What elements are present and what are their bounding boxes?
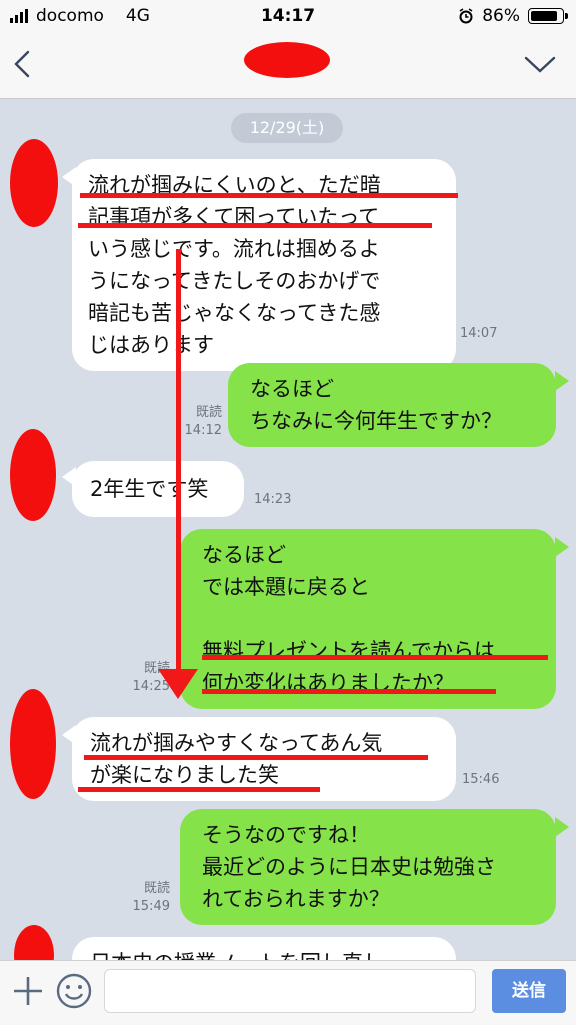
battery-icon <box>528 8 568 24</box>
redacted-contact-name <box>244 42 330 78</box>
message-bubble-incoming[interactable]: 流れが掴みにくいのと、ただ暗 記事項が多くて困っていたって いう感じです。流れは… <box>72 159 456 371</box>
menu-toggle-button[interactable] <box>520 44 560 84</box>
message-time: 14:23 <box>254 492 292 507</box>
chat-area[interactable]: 12/29(土) 流れが掴みにくいのと、ただ暗 記事項が多くて困っていたって い… <box>0 99 576 960</box>
annotation-underline <box>202 689 496 694</box>
message-input-bar: 送信 <box>0 960 576 1025</box>
chevron-down-icon <box>524 56 556 73</box>
chevron-left-icon <box>14 50 30 78</box>
annotation-arrow-line <box>176 249 181 679</box>
date-separator: 12/29(土) <box>231 113 343 143</box>
message-time: 14:12 <box>184 423 222 438</box>
message-bubble-incoming[interactable]: 2年生です笑 <box>72 461 244 517</box>
redacted-avatar <box>10 689 56 799</box>
annotation-underline <box>78 787 320 792</box>
message-bubble-outgoing[interactable]: そうなのですね！ 最近どのように日本史は勉強さ れておられますか？ <box>180 809 556 925</box>
redacted-avatar <box>10 139 58 227</box>
annotation-underline <box>84 755 428 760</box>
redacted-avatar <box>14 925 54 960</box>
plus-button[interactable] <box>8 971 48 1011</box>
alarm-icon <box>459 8 473 24</box>
read-receipt: 既読 <box>143 881 170 896</box>
plus-icon <box>14 977 42 1005</box>
annotation-arrow-head <box>158 669 198 699</box>
annotation-underline <box>80 193 458 198</box>
message-time: 14:07 <box>460 326 498 341</box>
annotation-underline <box>78 223 432 228</box>
message-time: 15:49 <box>132 899 170 914</box>
message-bubble-incoming[interactable]: 日本史の授業ノートを回し直し <box>72 937 456 960</box>
smiley-icon <box>56 973 92 1009</box>
chat-header <box>0 32 576 99</box>
back-button[interactable] <box>4 44 44 84</box>
sticker-button[interactable] <box>54 971 94 1011</box>
send-button[interactable]: 送信 <box>492 969 566 1013</box>
message-bubble-outgoing[interactable]: なるほど では本題に戻ると 無料プレゼントを読んでからは 何か変化はありましたか… <box>180 529 556 709</box>
redacted-avatar <box>10 429 56 521</box>
message-bubble-outgoing[interactable]: なるほど ちなみに今何年生ですか？ <box>228 363 556 447</box>
message-input[interactable] <box>104 969 476 1013</box>
message-time: 15:46 <box>462 772 500 787</box>
status-bar: docomo 4G 14:17 86% <box>0 0 576 32</box>
battery-percent: 86% <box>482 6 520 26</box>
annotation-underline <box>202 655 548 660</box>
read-receipt: 既読 <box>195 405 222 420</box>
